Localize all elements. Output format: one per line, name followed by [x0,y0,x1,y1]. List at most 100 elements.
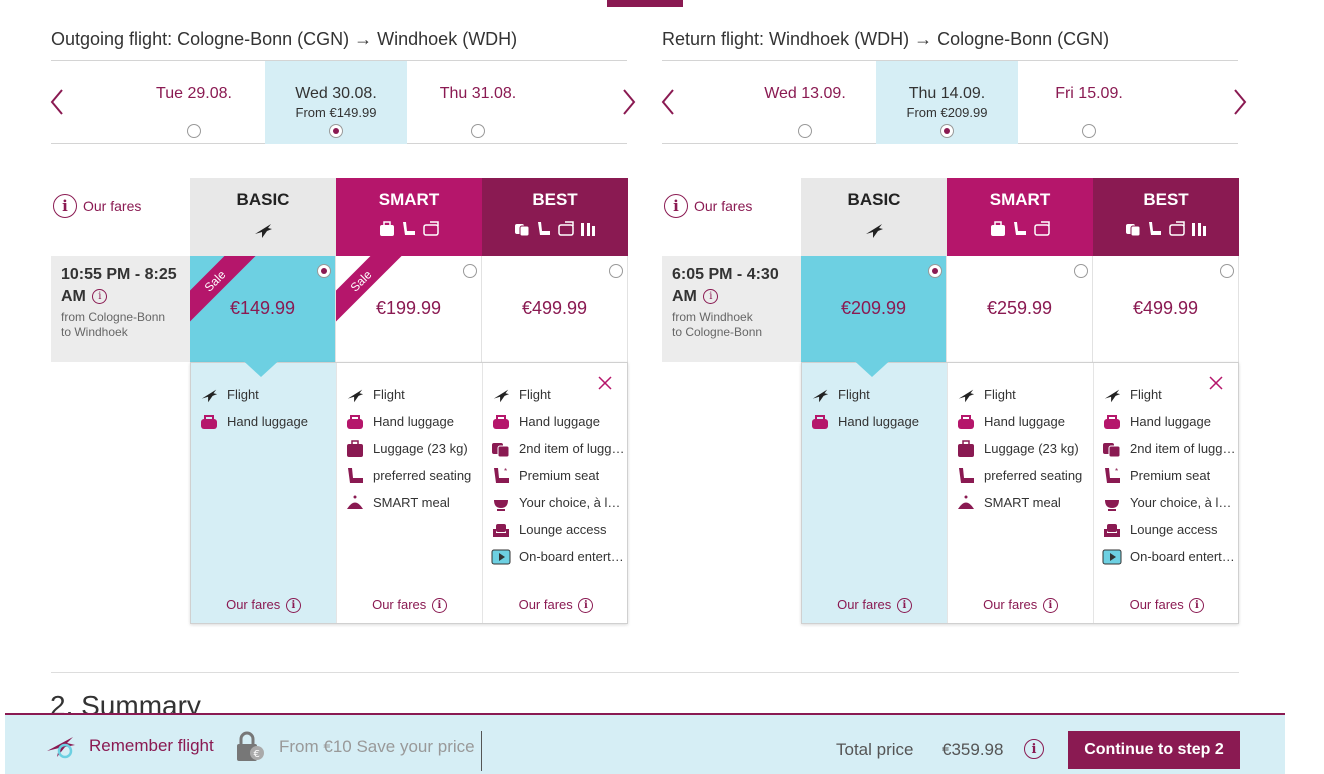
info-icon: i [1042,598,1058,613]
feature-item: SMART meal [948,489,1093,516]
outgoing-flight-title: Outgoing flight: Cologne-Bonn (CGN) → Wi… [51,29,518,49]
feature-item: Your choice, à la carte [483,489,629,516]
date-option[interactable]: Fri 15.09. [1018,61,1160,144]
chevron-right-icon [1234,89,1247,115]
fare-radio[interactable] [1220,264,1234,278]
date-radio[interactable] [471,124,485,138]
feature-item: Luggage (23 kg) [337,435,482,462]
date-radio[interactable] [329,124,343,138]
fare-price-best[interactable]: €499.99 [482,256,628,362]
feature-item: Flight [802,381,947,408]
info-icon: i [53,194,77,218]
premium-seat-icon: * [494,467,509,483]
suitcase-icon [347,439,363,457]
fare-price-basic[interactable]: €209.99 [801,256,947,362]
svg-text:*: * [504,467,507,476]
feature-item: Luggage (23 kg) [948,435,1093,462]
remember-flight-button[interactable]: Remember flight [45,733,214,759]
seat-icon [959,467,974,483]
plane-icon [866,224,883,238]
our-fares-link[interactable]: i Our fares [53,194,141,218]
close-icon[interactable] [1208,375,1224,391]
our-fares-link[interactable]: Our fares i [1094,597,1240,613]
flight-time-cell: 6:05 PM - 4:30 AM i from Windhoek to Col… [662,256,801,362]
date-from-price: From €209.99 [906,105,988,120]
date-option-selected[interactable]: Thu 14.09. From €209.99 [876,61,1018,144]
selection-pointer [848,355,896,377]
lounge-icon [1192,223,1206,236]
fare-header-basic: BASIC [190,178,336,256]
fare-price-smart[interactable]: Sale €199.99 [336,256,482,362]
prev-date-arrow[interactable] [45,87,69,117]
plane-icon [201,389,218,402]
our-fares-link[interactable]: i Our fares [664,194,752,218]
outgoing-date-selector: Tue 29.08. Wed 30.08. From €149.99 Thu 3… [50,60,636,144]
info-icon: i [664,194,688,218]
seat-icon [538,222,550,235]
hand-luggage-icon [201,414,217,429]
return-flight-title: Return flight: Windhoek (WDH) → Cologne-… [662,29,1110,49]
fare-price-smart[interactable]: €259.99 [947,256,1093,362]
feature-item: 2nd item of luggage [1094,435,1240,462]
meal-icon [347,495,363,509]
feature-item: 2nd item of luggage [483,435,629,462]
feature-item: On-board entertainment [1094,543,1240,570]
fare-details-panel: Flight Hand luggage Our fares i Flight H… [801,355,1240,624]
premium-seat-icon: * [1105,467,1120,483]
fare-radio[interactable] [609,264,623,278]
plane-icon [255,224,272,238]
fare-price-basic[interactable]: Sale €149.99 [190,256,336,362]
fare-price: €499.99 [1132,298,1199,318]
our-fares-link[interactable]: Our fares i [948,597,1093,613]
date-radio[interactable] [798,124,812,138]
next-date-arrow[interactable] [617,87,641,117]
feature-item: Hand luggage [1094,408,1240,435]
date-option[interactable]: Tue 29.08. [123,61,265,144]
fare-price-best[interactable]: €499.99 [1093,256,1239,362]
fare-features-basic: Flight Hand luggage Our fares i [802,363,948,623]
next-date-arrow[interactable] [1228,87,1252,117]
our-fares-label: Our fares [694,198,753,214]
our-fares-link[interactable]: Our fares i [483,597,629,613]
date-radio[interactable] [940,124,954,138]
our-fares-link[interactable]: Our fares i [191,597,336,613]
our-fares-link[interactable]: Our fares i [802,597,947,613]
feature-item: Flight [191,381,336,408]
fare-price: €209.99 [840,298,907,318]
our-fares-link[interactable]: Our fares i [337,597,482,613]
date-option[interactable]: Wed 13.09. [734,61,876,144]
meal-icon [423,221,439,236]
save-price-button[interactable]: € From €10 Save your price [233,731,475,763]
feature-item: preferred seating [948,462,1093,489]
fare-radio[interactable] [928,264,942,278]
continue-button[interactable]: Continue to step 2 [1068,731,1240,769]
meal-icon [558,221,574,236]
date-option-selected[interactable]: Wed 30.08. From €149.99 [265,61,407,144]
remember-flight-label: Remember flight [89,736,214,755]
total-info[interactable]: i [1022,739,1044,759]
second-luggage-icon [492,442,510,457]
fare-radio[interactable] [317,264,331,278]
fare-radio[interactable] [1074,264,1088,278]
date-radio[interactable] [1082,124,1096,138]
section-divider [51,672,1239,673]
entertainment-icon [1102,549,1122,564]
fare-features-basic: Flight Hand luggage Our fares i [191,363,337,623]
seat-icon [1149,222,1161,235]
fare-radio[interactable] [463,264,477,278]
prev-date-arrow[interactable] [656,87,680,117]
meal-icon [1034,221,1050,236]
fare-price: €499.99 [521,298,588,318]
lounge-icon [1104,523,1120,537]
date-label: Thu 14.09. [908,85,986,102]
entertainment-icon [491,549,511,564]
date-option[interactable]: Thu 31.08. [407,61,549,144]
route-to: to Cologne-Bonn [672,325,763,339]
fare-features-best: Flight Hand luggage 2nd item of luggage … [1094,363,1240,623]
date-from-price: From €149.99 [295,105,377,120]
close-icon[interactable] [597,375,613,391]
info-icon[interactable]: i [92,289,108,305]
info-icon[interactable]: i [703,289,719,305]
date-radio[interactable] [187,124,201,138]
fare-name: SMART [989,190,1051,209]
